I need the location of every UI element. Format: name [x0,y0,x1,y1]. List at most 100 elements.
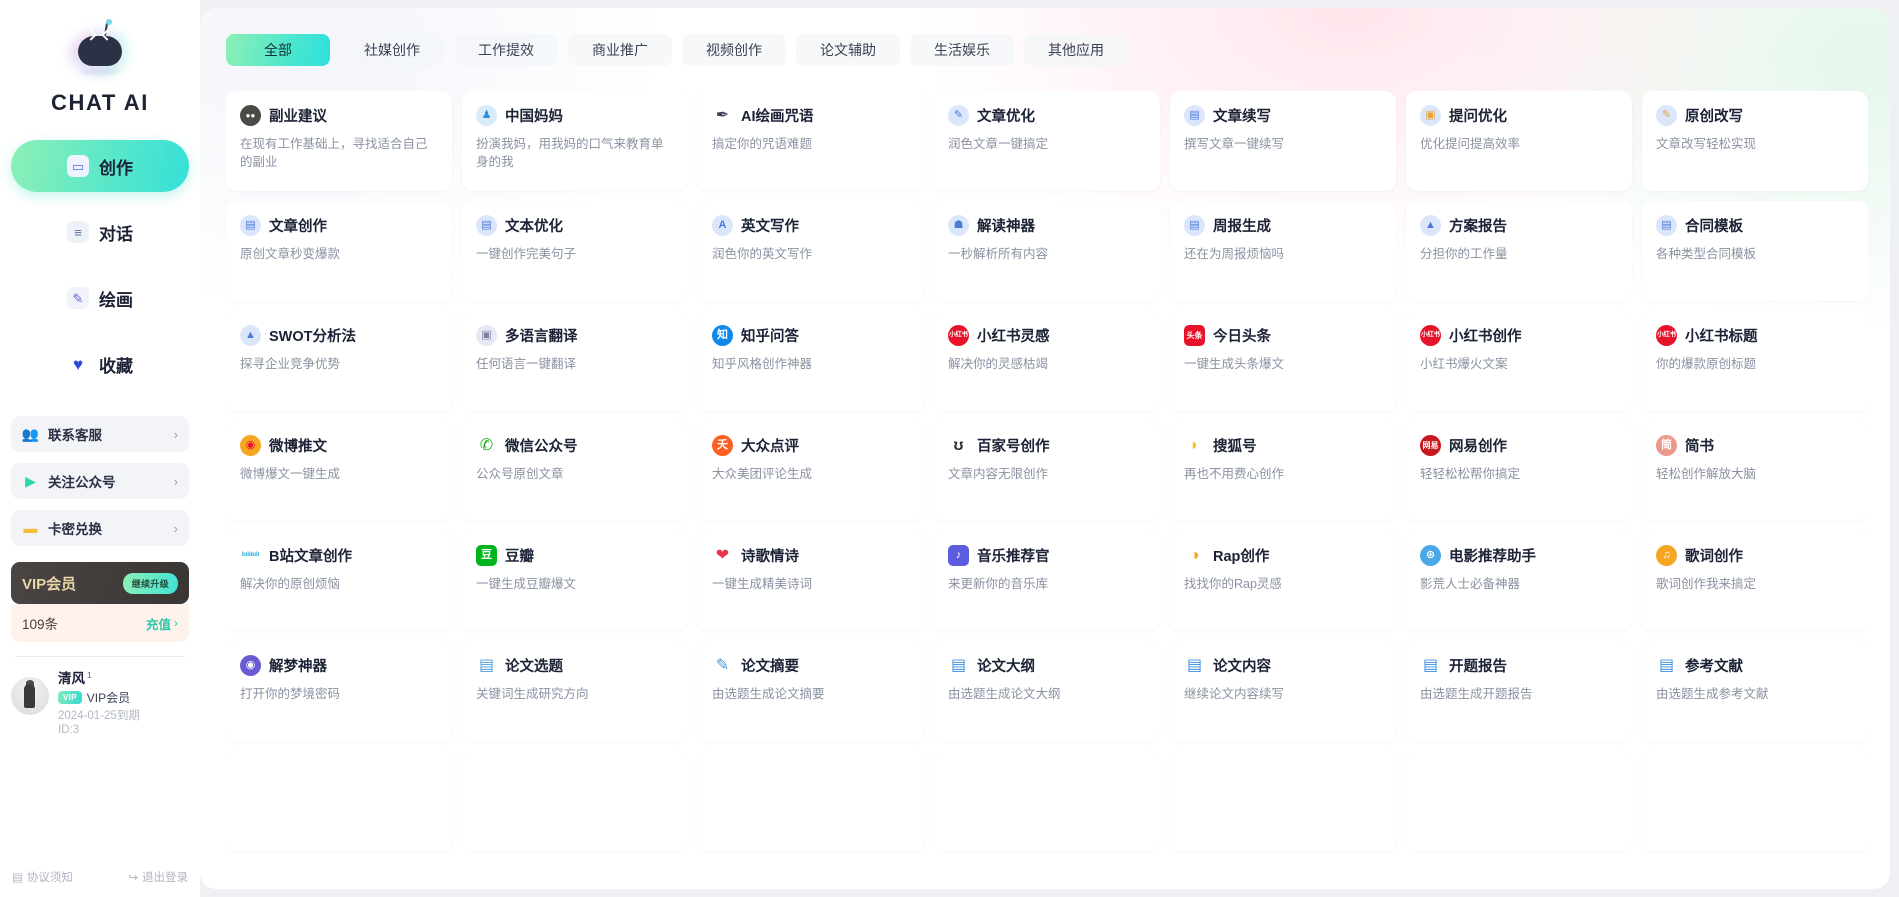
tool-card-head: bılıbılı B站文章创作 [240,545,438,566]
tool-card[interactable]: ⊛ 电影推荐助手 影荒人士必备神器 [1406,531,1632,631]
tab-4[interactable]: 视频创作 [682,34,786,66]
tool-card[interactable]: ▤ 文章创作 原创文章秒变爆款 [226,201,452,301]
tool-card[interactable]: ▤ 参考文献 由选题生成参考文献 [1642,641,1868,741]
chevron-right-icon: › [174,616,178,630]
netease-icon: 网易 [1420,435,1441,456]
link-customer-service[interactable]: 👥 联系客服 › [11,416,189,452]
xiaohongshu-icon: 小红书 [1420,325,1441,346]
tool-card[interactable]: ◉ 微博推文 微博爆文一键生成 [226,421,452,521]
tool-card[interactable]: ◗ 搜狐号 再也不用费心创作 [1170,421,1396,521]
chat-bubble-icon: ≡ [67,221,89,243]
edit-doc-icon: ✎ [948,105,969,126]
tool-card[interactable]: ▣ 提问优化 优化提问提高效率 [1406,91,1632,191]
recharge-link[interactable]: 充值 [146,614,171,633]
tab-0[interactable]: 全部 [226,34,330,66]
main-panel: 全部 社媒创作 工作提效 商业推广 视频创作 论文辅助 生活娱乐 其他应用 ●● 副业建议 在现有… [200,8,1890,889]
tool-card[interactable]: 小红书 小红书创作 小红书爆火文案 [1406,311,1632,411]
sidebar-item-chat[interactable]: ≡ 对话 [11,206,189,258]
user-id: ID:3 [58,724,80,736]
tool-card-title: 文章创作 [269,219,327,235]
tool-card[interactable]: 小红书 小红书标题 你的爆款原创标题 [1642,311,1868,411]
tool-card-head: ▤ 周报生成 [1184,215,1382,236]
link-card-redeem-label: 卡密兑换 [48,522,102,537]
membership-expiry: 2024-01-25到期 [58,710,140,722]
sidebar-footer: ▤ 协议须知 ↪ 退出登录 [0,869,200,885]
tool-card[interactable]: ✎ 文章优化 润色文章一键搞定 [934,91,1160,191]
tool-card[interactable]: ▤ 文本优化 一键创作完美句子 [462,201,688,301]
tool-card-title: 原创改写 [1685,109,1743,125]
sidebar-item-create[interactable]: ▭ 创作 [11,140,189,192]
user-profile[interactable]: 清风 1 VIP VIP会员 2024-01-25到期 ID:3 [11,667,189,736]
tool-card-title: 解读神器 [977,219,1035,235]
tool-card-desc: 解决你的原创烦恼 [240,577,341,591]
tool-card-desc: 微博爆文一键生成 [240,467,341,481]
quota-row[interactable]: 109条 充值 › [11,604,189,642]
tool-card[interactable]: ʊ 百家号创作 文章内容无限创作 [934,421,1160,521]
tool-card[interactable]: ♫ 歌词创作 歌词创作我来搞定 [1642,531,1868,631]
tool-card[interactable]: ♪ 音乐推荐官 来更新你的音乐库 [934,531,1160,631]
tool-card[interactable] [1406,751,1632,851]
tool-card[interactable]: ✆ 微信公众号 公众号原创文章 [462,421,688,521]
tool-card[interactable]: ▤ 论文大纲 由选题生成论文大纲 [934,641,1160,741]
tab-2[interactable]: 工作提效 [454,34,558,66]
tab-6[interactable]: 生活娱乐 [910,34,1014,66]
tool-card[interactable]: 夭大众点评 大众美团评论生成 [698,421,924,521]
paper-topic-icon: ▤ [478,656,495,674]
tool-card[interactable] [226,751,452,851]
tool-card[interactable]: ✎ 原创改写 文章改写轻松实现 [1642,91,1868,191]
tool-card[interactable]: 知知乎问答 知乎风格创作神器 [698,311,924,411]
tool-card[interactable]: ▤ 文章续写 撰写文章一键续写 [1170,91,1396,191]
tool-card[interactable]: 小红书 小红书灵感 解决你的灵感枯竭 [934,311,1160,411]
tool-card[interactable]: 简简书 轻松创作解放大脑 [1642,421,1868,521]
vip-card[interactable]: VIP会员 继续升级 [11,562,189,604]
tab-3[interactable]: 商业推广 [568,34,672,66]
tab-5[interactable]: 论文辅助 [796,34,900,66]
quota-count: 109条 [22,617,59,632]
link-card-redeem[interactable]: ▬ 卡密兑换 › [11,510,189,546]
tool-card[interactable]: ◉ 解梦神器 打开你的梦境密码 [226,641,452,741]
tool-card[interactable]: ❤ 诗歌情诗 一键生成精美诗词 [698,531,924,631]
sidebar-item-favorites[interactable]: ♥ 收藏 [11,338,189,390]
footer-agreement[interactable]: ▤ 协议须知 [12,869,73,885]
tool-card[interactable] [1642,751,1868,851]
tool-card[interactable]: ▲ 方案报告 分担你的工作量 [1406,201,1632,301]
category-tabs: 全部 社媒创作 工作提效 商业推广 视频创作 论文辅助 生活娱乐 其他应用 [226,34,1868,66]
tool-card[interactable]: ●● 副业建议 在现有工作基础上，寻找适合自己的副业 [226,91,452,191]
tool-card[interactable]: 网易 网易创作 轻轻松松帮你搞定 [1406,421,1632,521]
tool-card[interactable] [1170,751,1396,851]
tool-card-title: 大众点评 [741,439,799,455]
tool-card[interactable]: ◑ Rap创作 找找你的Rap灵感 [1170,531,1396,631]
tool-card[interactable]: bılıbılı B站文章创作解决你的原创烦恼 [226,531,452,631]
contract-icon: ▤ [1656,215,1677,236]
tool-card[interactable]: ▤ 周报生成 还在为周报烦恼吗 [1170,201,1396,301]
tool-card[interactable]: ☗ 解读神器 一秒解析所有内容 [934,201,1160,301]
tool-card-head: ✎ 文章优化 [948,105,1146,126]
tool-card[interactable] [462,751,688,851]
tool-card[interactable]: ✒ AI绘画咒语 搞定你的咒语难题 [698,91,924,191]
tool-card-head: ▤ 开题报告 [1420,655,1618,676]
tool-card[interactable]: ▤ 论文内容 继续论文内容续写 [1170,641,1396,741]
tool-card[interactable] [698,751,924,851]
link-wechat-official[interactable]: ▶ 关注公众号 › [11,463,189,499]
tool-card[interactable]: ▣ 多语言翻译 任何语言一键翻译 [462,311,688,411]
tool-card[interactable]: ▤ 论文选题 关键词生成研究方向 [462,641,688,741]
tool-card[interactable]: ✎ 论文摘要 由选题生成论文摘要 [698,641,924,741]
customer-service-icon: 👥 [21,425,40,442]
sidebar-item-draw[interactable]: ✎ 绘画 [11,272,189,324]
tab-1[interactable]: 社媒创作 [340,34,444,66]
footer-logout[interactable]: ↪ 退出登录 [128,869,188,885]
tool-card[interactable]: 头条 今日头条 一键生成头条爆文 [1170,311,1396,411]
tool-card[interactable]: ▤ 开题报告 由选题生成开题报告 [1406,641,1632,741]
tool-card-head: 夭大众点评 [712,435,910,456]
tool-card[interactable]: A 英文写作 润色你的英文写作 [698,201,924,301]
avatar [11,677,49,715]
tool-card[interactable] [934,751,1160,851]
link-wechat-official-label: 关注公众号 [48,475,116,490]
tool-card[interactable]: ♟ 中国妈妈 扮演我妈，用我妈的口气来教育单身的我 [462,91,688,191]
tool-card[interactable]: 豆豆瓣 一键生成豆瓣爆文 [462,531,688,631]
sohu-icon: ◗ [1189,436,1200,454]
tab-7[interactable]: 其他应用 [1024,34,1128,66]
tool-card[interactable]: ▲ SWOT分析法 探寻企业竞争优势 [226,311,452,411]
vip-upgrade-button[interactable]: 继续升级 [122,572,178,594]
tool-card[interactable]: ▤ 合同模板 各种类型合同模板 [1642,201,1868,301]
